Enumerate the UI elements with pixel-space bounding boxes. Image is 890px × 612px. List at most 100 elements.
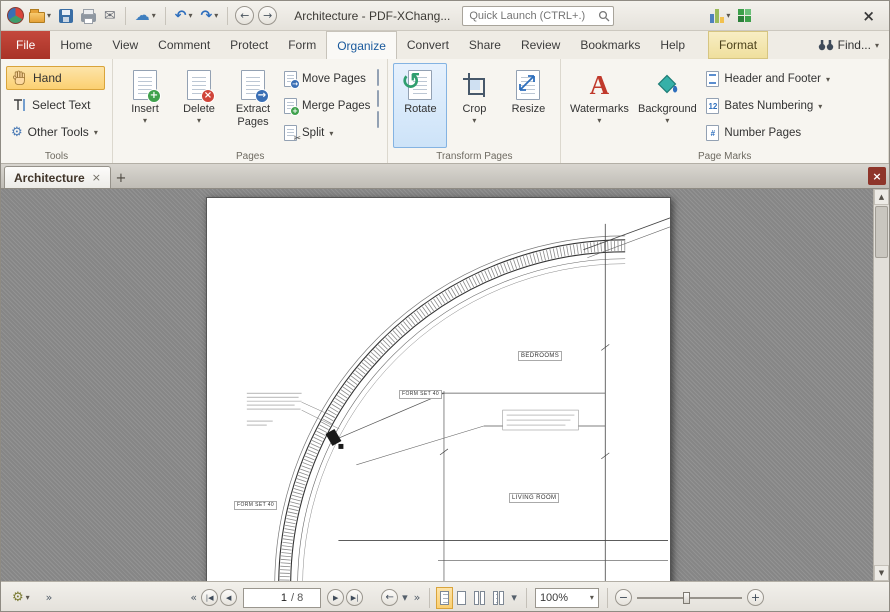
tab-comment[interactable]: Comment: [148, 31, 220, 59]
tab-bookmarks[interactable]: Bookmarks: [570, 31, 650, 59]
redo-button[interactable]: ↷ ▾: [198, 4, 222, 28]
tab-format[interactable]: Format: [708, 31, 768, 59]
scroll-down-button[interactable]: ▼: [874, 565, 889, 581]
page-number-input[interactable]: [261, 592, 287, 604]
chevron-down-icon[interactable]: ▾: [399, 591, 411, 604]
first-page-button[interactable]: |◀: [201, 589, 218, 606]
two-page-continuous-icon: [493, 591, 498, 605]
tab-organize[interactable]: Organize: [326, 31, 397, 59]
new-tab-button[interactable]: +: [111, 168, 131, 188]
crop-pages-button[interactable]: Crop ▾: [447, 63, 501, 148]
number-pages-button[interactable]: # Number Pages: [702, 121, 834, 145]
separator: [125, 7, 126, 25]
header-footer-button[interactable]: Header and Footer ▾: [702, 67, 834, 91]
rotate-pages-button[interactable]: ↺ Rotate: [393, 63, 447, 148]
note-label-form-set-upper: FORM SET 40: [399, 390, 442, 399]
scrollbar-track[interactable]: [874, 205, 889, 565]
pages-extra-column: [374, 63, 382, 128]
expand-toolbar-button[interactable]: »: [43, 591, 56, 604]
pdf-page[interactable]: BEDROOMS LIVING ROOM FORM SET 40 FORM SE…: [206, 197, 671, 581]
document-canvas[interactable]: BEDROOMS LIVING ROOM FORM SET 40 FORM SE…: [1, 189, 889, 581]
last-page-button[interactable]: ▶|: [346, 589, 363, 606]
hand-tool-button[interactable]: Hand: [6, 66, 105, 90]
customize-toolbars-button[interactable]: ▾: [707, 4, 733, 28]
more-views-button[interactable]: »: [411, 591, 424, 604]
zoom-level-select[interactable]: 100% ▾: [535, 588, 599, 608]
zoom-level-value: 100%: [540, 592, 568, 604]
close-document-button[interactable]: ×: [868, 167, 886, 185]
watermarks-button[interactable]: A Watermarks ▾: [566, 63, 632, 148]
insert-pages-label: Insert: [131, 103, 159, 116]
extract-pages-label: Extract Pages: [228, 103, 278, 128]
undo-button[interactable]: ↶ ▾: [172, 4, 196, 28]
swap-pages-button[interactable]: [376, 90, 380, 107]
next-page-button[interactable]: ▶: [327, 589, 344, 606]
tab-file[interactable]: File: [1, 31, 50, 59]
previous-page-button[interactable]: ◀: [220, 589, 237, 606]
document-tab-architecture[interactable]: Architecture ×: [4, 166, 111, 188]
tab-form[interactable]: Form: [278, 31, 326, 59]
find-button[interactable]: Find...: [838, 38, 871, 52]
previous-view-button[interactable]: ←: [381, 589, 398, 606]
two-page-continuous-button[interactable]: [489, 587, 508, 609]
launch-applications-button[interactable]: [735, 4, 754, 28]
move-pages-icon: →: [284, 71, 297, 87]
window-close-button[interactable]: ×: [854, 7, 883, 25]
watermark-icon: A: [590, 67, 610, 103]
reverse-pages-button[interactable]: [376, 111, 380, 128]
open-file-button[interactable]: ▾: [26, 4, 54, 28]
insert-pages-button[interactable]: + Insert ▾: [118, 63, 172, 148]
scroll-up-button[interactable]: ▲: [874, 189, 889, 205]
quick-launch-input[interactable]: [462, 6, 614, 26]
zoom-slider[interactable]: [637, 590, 742, 606]
chevron-down-icon: ▾: [47, 11, 51, 20]
delete-pages-button[interactable]: × Delete ▾: [172, 63, 226, 148]
find-cluster: Find... ▾: [818, 31, 889, 59]
scrollbar-thumb[interactable]: [875, 206, 888, 258]
letter-a-icon: A: [590, 72, 610, 99]
cloud-button[interactable]: ☁ ▾: [132, 4, 159, 28]
duplicate-pages-button[interactable]: [376, 69, 380, 86]
tab-convert[interactable]: Convert: [397, 31, 459, 59]
back-button[interactable]: ←: [235, 6, 254, 25]
document-tab-bar: Architecture × + ×: [1, 164, 889, 189]
two-page-icon: [474, 591, 479, 605]
split-button[interactable]: ✂ Split ▾: [280, 121, 374, 145]
green-grid-icon: [738, 9, 751, 22]
printer-icon: [81, 13, 96, 22]
extract-pages-button[interactable]: → Extract Pages: [226, 63, 280, 148]
number-pages-label: Number Pages: [724, 127, 801, 139]
zoom-out-button[interactable]: −: [615, 589, 632, 606]
select-text-button[interactable]: Select Text: [6, 93, 105, 117]
zoom-slider-thumb[interactable]: [683, 592, 690, 604]
save-button[interactable]: [56, 4, 76, 28]
continuous-view-button[interactable]: [453, 587, 470, 609]
bates-numbering-button[interactable]: 12 Bates Numbering ▾: [702, 94, 834, 118]
ribbon-organize: Hand Select Text ⚙ Other Tools ▾ Tools: [1, 59, 889, 164]
chevron-down-icon: ▾: [472, 116, 476, 125]
zoom-in-button[interactable]: +: [747, 589, 764, 606]
tab-protect[interactable]: Protect: [220, 31, 278, 59]
forward-button[interactable]: →: [258, 6, 277, 25]
tab-review[interactable]: Review: [511, 31, 570, 59]
background-button[interactable]: Background ▾: [632, 63, 702, 148]
collapse-nav-button[interactable]: «: [187, 591, 200, 604]
tab-home[interactable]: Home: [50, 31, 102, 59]
tab-help[interactable]: Help: [650, 31, 695, 59]
vertical-scrollbar[interactable]: ▲ ▼: [873, 189, 889, 581]
email-button[interactable]: ✉: [101, 4, 119, 28]
tab-view[interactable]: View: [102, 31, 148, 59]
single-page-view-button[interactable]: [436, 587, 453, 609]
merge-pages-button[interactable]: + Merge Pages: [280, 94, 374, 118]
tab-close-icon[interactable]: ×: [92, 171, 101, 184]
move-pages-label: Move Pages: [302, 73, 366, 85]
print-button[interactable]: [78, 4, 99, 28]
resize-pages-button[interactable]: Resize: [501, 63, 555, 148]
chevron-down-icon: ▾: [197, 116, 201, 125]
move-pages-button[interactable]: → Move Pages: [280, 67, 374, 91]
other-tools-button[interactable]: ⚙ Other Tools ▾: [6, 120, 105, 144]
tab-share[interactable]: Share: [459, 31, 511, 59]
chevron-down-icon[interactable]: ▾: [508, 591, 520, 604]
options-gear-button[interactable]: ⚙ ▾: [9, 586, 33, 610]
two-page-view-button[interactable]: [470, 587, 489, 609]
